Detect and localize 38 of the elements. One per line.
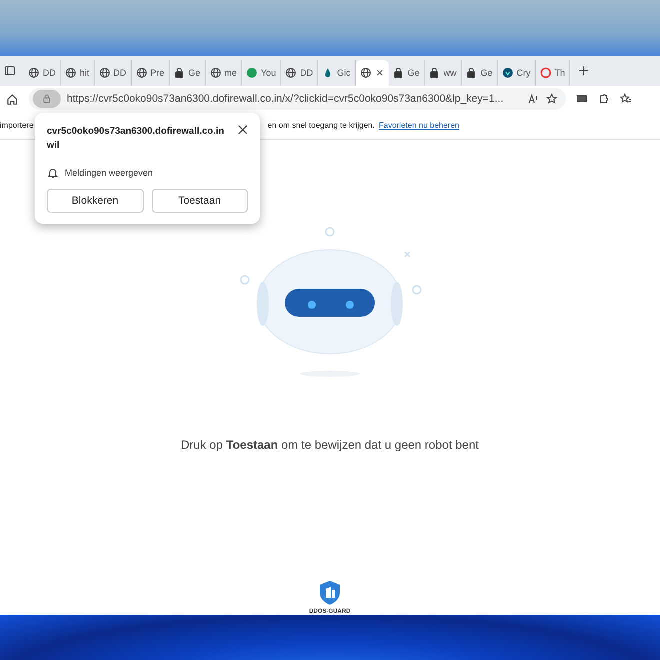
lock-icon (392, 67, 405, 79)
ring-icon (540, 67, 552, 79)
browser-tab[interactable] (356, 60, 389, 86)
favorites-hint-text: en om snel toegang te krijgen. (268, 121, 375, 130)
lock-icon (428, 67, 441, 79)
popup-title: cvr5c0oko90s73an6300.dofirewall.co.in wil (47, 125, 226, 153)
circle-logo-icon (246, 67, 258, 79)
instruction-text: Druk op Toestaan om te bewijzen dat u geen robot bent (181, 438, 479, 452)
globe-icon (28, 67, 40, 79)
read-aloud-icon[interactable] (528, 93, 540, 105)
popup-button[interactable]: Blokkeren (47, 189, 144, 213)
favorites-hint-text: importere (0, 121, 34, 130)
extensions-icon[interactable] (598, 93, 610, 105)
padlock-icon (42, 94, 52, 104)
shield-logo-icon (318, 580, 342, 606)
globe-icon (285, 67, 298, 79)
lock-icon (466, 67, 478, 79)
address-field[interactable]: https://cvr5c0oko90s73an6300.dofirewall.co.in/x/?clickid=cvr5c0oko90s73an6300&lp_key=1... (29, 88, 566, 110)
new-tab-icon[interactable] (578, 65, 590, 77)
tab-actions-icon (4, 65, 16, 77)
lock-icon (174, 67, 186, 79)
close-icon (236, 123, 250, 137)
permission-text: Meldingen weergeven (65, 168, 154, 178)
screen-icon[interactable] (576, 93, 588, 105)
globe-icon (210, 67, 222, 79)
globe-icon (360, 67, 372, 79)
globe-icon (98, 67, 111, 79)
home-icon[interactable] (6, 92, 19, 106)
manage-favorites-link[interactable]: Favorieten nu beheren (378, 121, 460, 130)
bell-icon (47, 167, 59, 179)
popup-button[interactable]: Toestaan (152, 189, 248, 213)
close-button[interactable] (236, 123, 250, 137)
globe-icon (65, 67, 77, 79)
favorites-icon[interactable] (620, 93, 632, 105)
globe-icon (136, 67, 148, 79)
star-icon[interactable] (546, 93, 558, 105)
lock-icon[interactable] (33, 90, 61, 108)
close-icon (374, 68, 385, 78)
